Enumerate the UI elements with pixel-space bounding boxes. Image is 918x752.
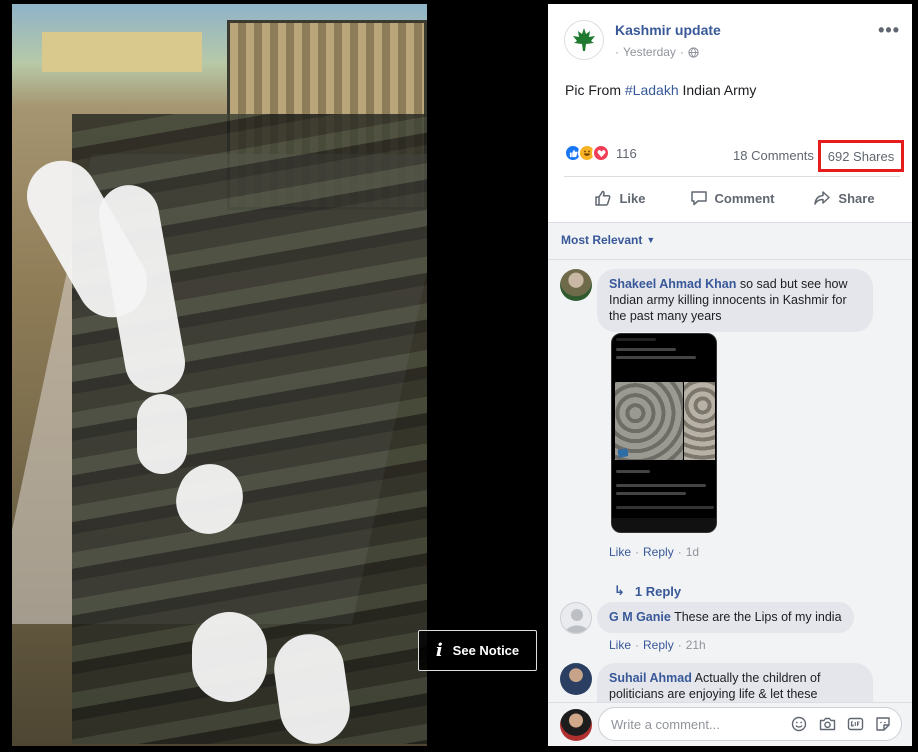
page-name-link[interactable]: Kashmir update (615, 22, 721, 38)
thumbs-up-icon (595, 190, 611, 206)
reaction-count: 116 (616, 145, 637, 161)
comment-icon (690, 191, 707, 206)
post-meta: · Yesterday · (615, 45, 699, 59)
comment-label: Comment (714, 190, 775, 206)
comment-input-icons (790, 715, 892, 733)
default-avatar-icon (565, 609, 589, 633)
emoji-icon[interactable] (790, 715, 808, 733)
see-notice-button[interactable]: i See Notice (418, 630, 537, 671)
post-actions-bar: Like Comment Share (564, 180, 900, 216)
commenter-avatar[interactable] (560, 602, 592, 634)
comment-like-link[interactable]: Like (609, 638, 631, 652)
post-photo[interactable] (12, 4, 427, 746)
comment-author-link[interactable]: G M Ganie (609, 610, 671, 624)
comments-section: Most Relevant ▼ Shakeel Ahmad Khan so sa… (548, 222, 912, 746)
replies-count: 1 Reply (634, 583, 682, 599)
meta-dot: · (615, 45, 619, 59)
write-comment-bar: Write a comment... (548, 702, 912, 746)
post-panel: Kashmir update · Yesterday · ••• Pic Fro… (548, 4, 912, 746)
image-text-line (616, 492, 686, 495)
comment-input-placeholder: Write a comment... (611, 716, 720, 732)
comment-reply-link[interactable]: Reply (643, 638, 674, 652)
caret-down-icon: ▼ (646, 235, 656, 245)
comment-reply-link[interactable]: Reply (643, 545, 674, 559)
divider (548, 259, 912, 260)
comment-text: These are the Lips of my india (670, 610, 842, 624)
current-user-avatar (560, 709, 592, 741)
comment-button[interactable]: Comment (676, 180, 788, 216)
more-options-icon[interactable]: ••• (878, 20, 900, 41)
post-text-end: Indian Army (678, 82, 757, 98)
post-header: Kashmir update · Yesterday · ••• (564, 18, 912, 66)
comment-item: G M Ganie These are the Lips of my india… (560, 602, 900, 658)
photo-smear (137, 394, 187, 474)
image-text-line (616, 470, 650, 473)
love-reaction-icon (592, 144, 610, 162)
share-arrow-icon (814, 191, 831, 205)
comment-bubble: G M Ganie These are the Lips of my india (597, 602, 854, 633)
comment-time[interactable]: 21h (686, 638, 706, 652)
post-time[interactable]: Yesterday (623, 45, 676, 59)
meta-dot: · (679, 45, 684, 59)
post-text: Pic From #Ladakh Indian Army (565, 82, 756, 98)
separator-dot: · (635, 545, 640, 559)
hashtag-link[interactable]: #Ladakh (625, 82, 679, 98)
info-icon: i (435, 640, 443, 661)
separator-dot: · (677, 638, 682, 652)
reactions-summary[interactable]: 116 (564, 144, 637, 162)
comment-bubble: Shakeel Ahmad Khan so sad but see how In… (597, 269, 873, 332)
globe-icon (688, 46, 699, 58)
shares-count-link[interactable]: 692 Shares (818, 140, 904, 172)
image-divider (616, 506, 714, 509)
separator-dot: · (677, 545, 682, 559)
comment-item: Suhail Ahmad Actually the children of po… (560, 663, 900, 703)
like-label: Like (619, 190, 646, 206)
comment-time[interactable]: 1d (686, 545, 699, 559)
divider (564, 176, 900, 177)
image-photo-right (684, 382, 715, 460)
gif-icon[interactable] (846, 715, 864, 733)
image-text-line (616, 484, 706, 487)
comment-sort-dropdown[interactable]: Most Relevant ▼ (561, 233, 655, 247)
maple-leaf-icon (573, 28, 595, 51)
page-avatar[interactable] (564, 20, 604, 60)
sticker-icon[interactable] (874, 715, 892, 733)
commenter-avatar[interactable] (560, 663, 592, 695)
camera-icon[interactable] (818, 715, 836, 733)
comment-attached-image[interactable] (611, 333, 717, 533)
post-text-start: Pic From (565, 82, 625, 98)
share-button[interactable]: Share (788, 180, 900, 216)
image-action-bar (612, 518, 716, 532)
comment-author-link[interactable]: Shakeel Ahmad Khan (609, 277, 736, 291)
share-label: Share (838, 190, 875, 206)
phone-status-bar (616, 338, 656, 341)
comment-actions: Like · Reply · 1d (609, 545, 699, 559)
like-button[interactable]: Like (564, 180, 676, 216)
image-text-line (616, 348, 676, 351)
image-watermark-tag (617, 448, 629, 458)
sort-label: Most Relevant (561, 233, 643, 247)
view-replies-link[interactable]: ↳ 1 Reply (614, 583, 681, 599)
reply-arrow-icon: ↳ (614, 583, 625, 598)
separator-dot: · (635, 638, 640, 652)
comment-bubble: Suhail Ahmad Actually the children of po… (597, 663, 873, 703)
image-text-line (616, 356, 696, 359)
commenter-avatar[interactable] (560, 269, 592, 301)
comment-like-link[interactable]: Like (609, 545, 631, 559)
comment-actions: Like · Reply · 21h (609, 638, 706, 652)
photo-smear (192, 612, 267, 702)
photo-building (42, 32, 202, 72)
comment-author-link[interactable]: Suhail Ahmad (609, 671, 692, 685)
comment-item: Shakeel Ahmad Khan so sad but see how In… (560, 269, 900, 589)
comments-count-link[interactable]: 18 Comments (733, 148, 814, 163)
photo-viewer: i See Notice (0, 0, 548, 752)
see-notice-label: See Notice (452, 643, 520, 658)
